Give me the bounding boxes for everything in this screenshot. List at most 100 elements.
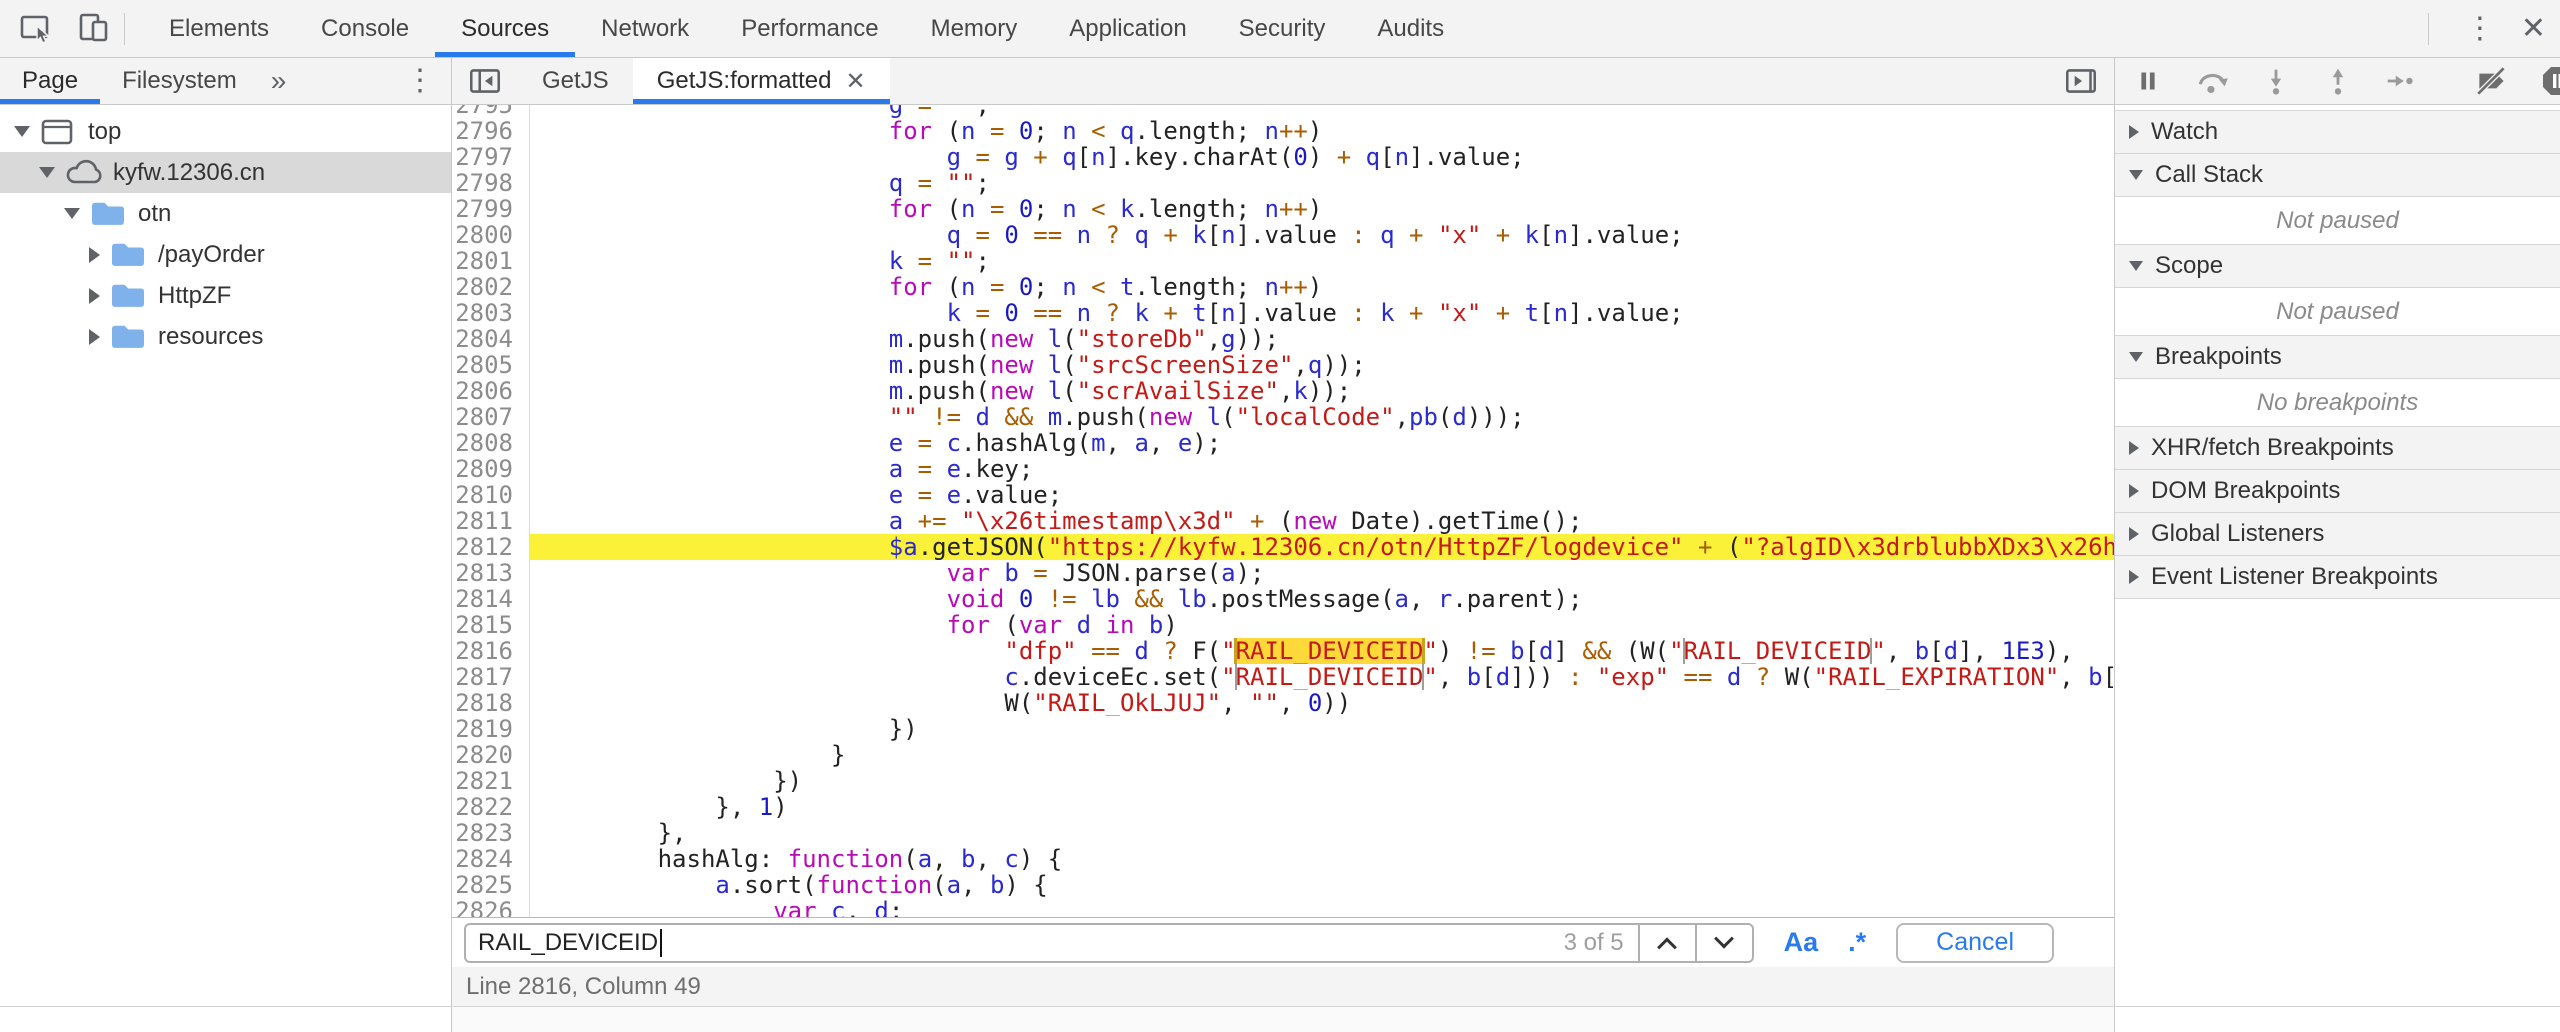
main-tab-security[interactable]: Security <box>1213 0 1352 57</box>
line-number[interactable]: 2819 <box>452 716 530 742</box>
line-number[interactable]: 2818 <box>452 690 530 716</box>
pause-script-icon[interactable] <box>2131 64 2165 98</box>
code-line-2812[interactable]: 2812 $a.getJSON("https://kyfw.12306.cn/o… <box>452 534 2114 560</box>
main-tab-audits[interactable]: Audits <box>1351 0 1470 57</box>
main-tab-application[interactable]: Application <box>1043 0 1212 57</box>
code-line-2825[interactable]: 2825 a.sort(function(a, b) { <box>452 872 2114 898</box>
inspect-element-icon[interactable] <box>16 9 56 49</box>
section-header-xhr-fetch-breakpoints[interactable]: XHR/fetch Breakpoints <box>2115 427 2560 470</box>
code-line-2810[interactable]: 2810 e = e.value; <box>452 482 2114 508</box>
code-line-2809[interactable]: 2809 a = e.key; <box>452 456 2114 482</box>
search-next-button[interactable] <box>1695 925 1752 961</box>
deactivate-breakpoints-icon[interactable] <box>2473 62 2511 100</box>
line-number[interactable]: 2817 <box>452 664 530 690</box>
tree-item-top[interactable]: top <box>0 111 451 152</box>
section-header-scope[interactable]: Scope <box>2115 245 2560 288</box>
navigator-overflow-chevron-icon[interactable]: » <box>259 58 299 104</box>
line-number[interactable]: 2822 <box>452 794 530 820</box>
line-number[interactable]: 2820 <box>452 742 530 768</box>
code-line-2824[interactable]: 2824 hashAlg: function(a, b, c) { <box>452 846 2114 872</box>
search-previous-button[interactable] <box>1638 925 1695 961</box>
expanded-arrow-icon[interactable] <box>39 167 55 178</box>
section-header-call-stack[interactable]: Call Stack <box>2115 154 2560 197</box>
section-header-global-listeners[interactable]: Global Listeners <box>2115 513 2560 556</box>
step-into-icon[interactable] <box>2259 64 2293 98</box>
tree-item-httpzf[interactable]: HttpZF <box>0 275 451 316</box>
code-line-2796[interactable]: 2796 for (n = 0; n < q.length; n++) <box>452 118 2114 144</box>
code-line-2797[interactable]: 2797 g = g + q[n].key.charAt(0) + q[n].v… <box>452 144 2114 170</box>
code-line-2800[interactable]: 2800 q = 0 == n ? q + k[n].value : q + "… <box>452 222 2114 248</box>
line-number[interactable]: 2823 <box>452 820 530 846</box>
pause-on-exceptions-icon[interactable] <box>2539 63 2560 99</box>
code-line-2805[interactable]: 2805 m.push(new l("srcScreenSize",q)); <box>452 352 2114 378</box>
main-tab-sources[interactable]: Sources <box>435 0 575 57</box>
line-number[interactable]: 2802 <box>452 274 530 300</box>
collapsed-arrow-icon[interactable] <box>89 247 100 263</box>
code-line-2804[interactable]: 2804 m.push(new l("storeDb",g)); <box>452 326 2114 352</box>
section-header-breakpoints[interactable]: Breakpoints <box>2115 336 2560 379</box>
main-tab-memory[interactable]: Memory <box>905 0 1044 57</box>
navigator-tab-filesystem[interactable]: Filesystem <box>100 58 259 104</box>
close-tab-icon[interactable]: ✕ <box>845 67 865 96</box>
collapsed-arrow-icon[interactable] <box>89 329 100 345</box>
tree-item-resources[interactable]: resources <box>0 316 451 357</box>
hide-navigator-panel-icon[interactable] <box>452 58 518 104</box>
line-number[interactable]: 2825 <box>452 872 530 898</box>
code-line-2820[interactable]: 2820 } <box>452 742 2114 768</box>
more-options-kebab-icon[interactable]: ⋮ <box>2465 14 2495 44</box>
code-line-2799[interactable]: 2799 for (n = 0; n < k.length; n++) <box>452 196 2114 222</box>
tree-item-otn[interactable]: otn <box>0 193 451 234</box>
section-header-dom-breakpoints[interactable]: DOM Breakpoints <box>2115 470 2560 513</box>
step-over-icon[interactable] <box>2193 62 2231 100</box>
line-number[interactable]: 2801 <box>452 248 530 274</box>
line-number[interactable]: 2815 <box>452 612 530 638</box>
expanded-arrow-icon[interactable] <box>64 208 80 219</box>
section-header-watch[interactable]: Watch <box>2115 111 2560 154</box>
editor-tab-getjs[interactable]: GetJS <box>518 58 633 104</box>
code-line-2818[interactable]: 2818 W("RAIL_OkLJUJ", "", 0)) <box>452 690 2114 716</box>
search-input[interactable]: RAIL_DEVICEID <box>466 925 1564 961</box>
step-out-icon[interactable] <box>2321 64 2355 98</box>
line-number[interactable]: 2805 <box>452 352 530 378</box>
match-case-toggle[interactable]: Aa <box>1784 927 1819 958</box>
code-viewport[interactable]: 2795 g = "";2796 for (n = 0; n < q.lengt… <box>452 105 2114 917</box>
editor-tab-getjs-formatted[interactable]: GetJS:formatted ✕ <box>633 58 890 104</box>
line-number[interactable]: 2803 <box>452 300 530 326</box>
step-icon[interactable] <box>2383 64 2417 98</box>
code-line-2795[interactable]: 2795 g = ""; <box>452 105 2114 118</box>
line-number[interactable]: 2821 <box>452 768 530 794</box>
code-line-2798[interactable]: 2798 q = ""; <box>452 170 2114 196</box>
line-number[interactable]: 2806 <box>452 378 530 404</box>
code-line-2816[interactable]: 2816 "dfp" == d ? F("RAIL_DEVICEID") != … <box>452 638 2114 664</box>
line-number[interactable]: 2798 <box>452 170 530 196</box>
section-header-event-listener-breakpoints[interactable]: Event Listener Breakpoints <box>2115 556 2560 599</box>
code-line-2821[interactable]: 2821 }) <box>452 768 2114 794</box>
code-line-2819[interactable]: 2819 }) <box>452 716 2114 742</box>
code-line-2808[interactable]: 2808 e = c.hashAlg(m, a, e); <box>452 430 2114 456</box>
line-number[interactable]: 2800 <box>452 222 530 248</box>
show-drawer-panel-icon[interactable] <box>2048 58 2114 104</box>
main-tab-elements[interactable]: Elements <box>143 0 295 57</box>
main-tab-performance[interactable]: Performance <box>715 0 904 57</box>
line-number[interactable]: 2797 <box>452 144 530 170</box>
code-line-2806[interactable]: 2806 m.push(new l("scrAvailSize",k)); <box>452 378 2114 404</box>
line-number[interactable]: 2804 <box>452 326 530 352</box>
main-tab-console[interactable]: Console <box>295 0 435 57</box>
tree-item-payorder[interactable]: /payOrder <box>0 234 451 275</box>
device-toolbar-icon[interactable] <box>74 9 114 49</box>
navigator-more-kebab-icon[interactable]: ⋮ <box>405 58 451 104</box>
line-number[interactable]: 2811 <box>452 508 530 534</box>
code-line-2815[interactable]: 2815 for (var d in b) <box>452 612 2114 638</box>
line-number[interactable]: 2799 <box>452 196 530 222</box>
line-number[interactable]: 2796 <box>452 118 530 144</box>
close-devtools-icon[interactable]: ✕ <box>2521 14 2546 44</box>
line-number[interactable]: 2810 <box>452 482 530 508</box>
line-number[interactable]: 2816 <box>452 638 530 664</box>
line-number[interactable]: 2812 <box>452 534 530 560</box>
line-number[interactable]: 2813 <box>452 560 530 586</box>
code-line-2801[interactable]: 2801 k = ""; <box>452 248 2114 274</box>
code-line-2822[interactable]: 2822 }, 1) <box>452 794 2114 820</box>
line-number[interactable]: 2824 <box>452 846 530 872</box>
code-line-2823[interactable]: 2823 }, <box>452 820 2114 846</box>
main-tab-network[interactable]: Network <box>575 0 715 57</box>
